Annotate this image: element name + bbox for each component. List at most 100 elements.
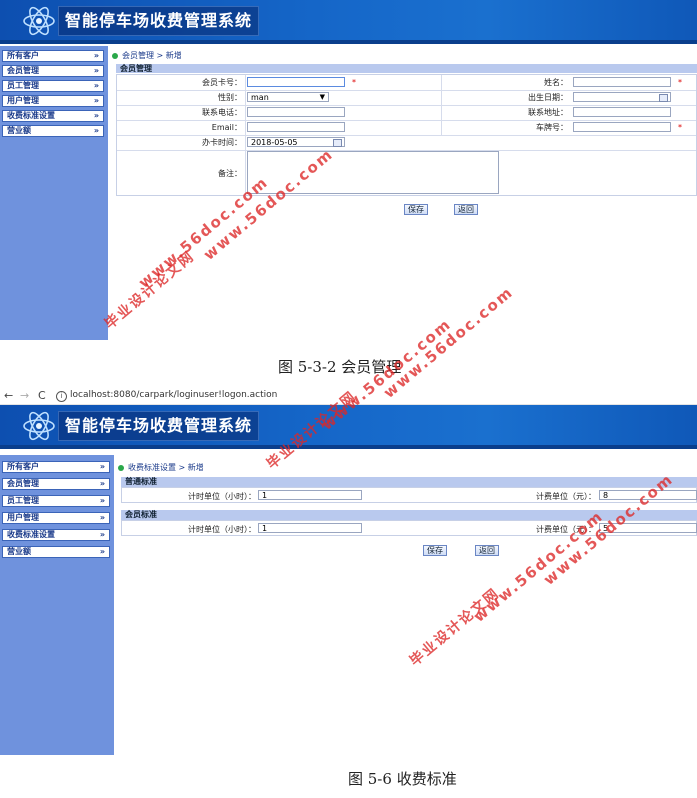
- sidebar-item-staff[interactable]: 员工管理 »: [2, 495, 110, 507]
- section-title-member: 会员管理: [116, 64, 697, 73]
- atom-logo-icon: [23, 411, 55, 441]
- card-no-input[interactable]: [247, 77, 345, 87]
- chevron-right-icon: »: [99, 462, 105, 471]
- sidebar-item-fee-standard[interactable]: 收费标准设置 »: [2, 529, 110, 541]
- email-label: Email：: [211, 123, 242, 132]
- chevron-right-icon: »: [99, 496, 105, 505]
- card-date-label: 办卡时间：: [202, 138, 242, 147]
- app-header: 智能停车场收费管理系统: [0, 0, 697, 44]
- member-time-input[interactable]: 1: [258, 523, 362, 533]
- breadcrumb-section[interactable]: 会员管理: [122, 51, 154, 60]
- breadcrumb: 会员管理 > 新增: [112, 50, 182, 61]
- sidebar-item-users[interactable]: 用户管理 »: [2, 95, 104, 107]
- chevron-right-icon: »: [93, 81, 99, 90]
- remark-label: 备注：: [218, 169, 242, 178]
- screenshot-member-management: 智能停车场收费管理系统 所有客户 » 会员管理 » 员工管理 » 用户管理 » 收费标准…: [0, 0, 697, 342]
- sidebar-item-revenue[interactable]: 营业额 »: [2, 125, 104, 137]
- sidebar-item-members[interactable]: 会员管理 »: [2, 65, 104, 77]
- sidebar-item-label: 所有客户: [7, 462, 39, 471]
- address-input[interactable]: [573, 107, 671, 117]
- url-text[interactable]: localhost:8080/carpark/loginuser!logon.a…: [70, 390, 277, 400]
- sidebar-item-label: 收费标准设置: [7, 111, 55, 120]
- breadcrumb-section[interactable]: 收费标准设置: [128, 463, 176, 472]
- sidebar-item-label: 收费标准设置: [7, 530, 55, 539]
- atom-logo-icon: [23, 6, 55, 36]
- breadcrumb-page: 新增: [187, 463, 204, 472]
- sidebar-item-label: 员工管理: [7, 81, 39, 90]
- gender-select[interactable]: man ▼: [247, 92, 329, 102]
- header-band: [0, 40, 697, 44]
- sidebar-item-label: 员工管理: [7, 496, 39, 505]
- normal-time-input[interactable]: 1: [258, 490, 362, 500]
- plate-input[interactable]: [573, 122, 671, 132]
- back-button[interactable]: 返回: [454, 204, 478, 215]
- card-date-input[interactable]: 2018-05-05: [247, 137, 345, 147]
- screenshot-fee-standard: 智能停车场收费管理系统 所有客户 » 会员管理 » 员工管理 » 用户管理 » 收费标准…: [0, 405, 697, 756]
- chevron-right-icon: »: [93, 96, 99, 105]
- required-mark: *: [678, 123, 682, 132]
- sidebar-item-label: 营业额: [7, 547, 31, 556]
- breadcrumb-sep: >: [156, 51, 164, 60]
- sidebar-item-customers[interactable]: 所有客户 »: [2, 50, 104, 62]
- sidebar-item-label: 会员管理: [7, 479, 39, 488]
- calendar-icon[interactable]: [659, 94, 668, 102]
- gender-label: 性别：: [218, 93, 242, 102]
- chevron-right-icon: »: [99, 479, 105, 488]
- info-icon[interactable]: i: [56, 391, 67, 402]
- card-date-value: 2018-05-05: [251, 138, 298, 147]
- sidebar-item-revenue[interactable]: 营业额 »: [2, 546, 110, 558]
- phone-label: 联系电话：: [202, 108, 242, 117]
- chevron-right-icon: »: [99, 513, 105, 522]
- required-mark: *: [678, 78, 682, 87]
- sidebar: 所有客户 » 会员管理 » 员工管理 » 用户管理 » 收费标准设置 » 营业额 »: [0, 455, 114, 755]
- address-label: 联系地址：: [528, 108, 568, 117]
- sidebar-item-label: 会员管理: [7, 66, 39, 75]
- gender-select-value: man: [251, 93, 269, 102]
- chevron-right-icon: »: [99, 547, 105, 556]
- sidebar-item-label: 用户管理: [7, 96, 39, 105]
- normal-time-label: 计时单位（小时）：: [188, 492, 256, 501]
- app-title: 智能停车场收费管理系统: [58, 411, 260, 441]
- sidebar-item-customers[interactable]: 所有客户 »: [2, 461, 110, 473]
- normal-fee-label: 计费单位（元）：: [536, 492, 596, 501]
- sidebar-item-staff[interactable]: 员工管理 »: [2, 80, 104, 92]
- plate-label: 车牌号：: [536, 123, 568, 132]
- required-mark: *: [352, 78, 356, 87]
- name-label: 姓名：: [544, 78, 568, 87]
- chevron-right-icon: »: [93, 51, 99, 60]
- chevron-down-icon: ▼: [319, 93, 325, 101]
- sidebar: 所有客户 » 会员管理 » 员工管理 » 用户管理 » 收费标准设置 » 营业额 »: [0, 46, 108, 340]
- reload-icon[interactable]: C: [38, 389, 46, 402]
- app-title: 智能停车场收费管理系统: [58, 6, 260, 36]
- back-button[interactable]: 返回: [475, 545, 499, 556]
- breadcrumb-dot-icon: [112, 53, 118, 59]
- chevron-right-icon: »: [93, 111, 99, 120]
- breadcrumb-page: 新增: [165, 51, 182, 60]
- chevron-right-icon: »: [99, 530, 105, 539]
- card-no-label: 会员卡号：: [202, 78, 242, 87]
- breadcrumb: 收费标准设置 > 新增: [118, 462, 204, 473]
- sidebar-item-users[interactable]: 用户管理 »: [2, 512, 110, 524]
- sidebar-item-fee-standard[interactable]: 收费标准设置 »: [2, 110, 104, 122]
- sidebar-item-label: 营业额: [7, 126, 31, 135]
- sidebar-item-members[interactable]: 会员管理 »: [2, 478, 110, 490]
- birthday-input[interactable]: [573, 92, 671, 102]
- calendar-icon[interactable]: [333, 139, 342, 147]
- birthday-label: 出生日期：: [528, 93, 568, 102]
- breadcrumb-dot-icon: [118, 465, 124, 471]
- forward-arrow-icon[interactable]: →: [20, 389, 29, 402]
- member-time-label: 计时单位（小时）：: [188, 525, 256, 534]
- sidebar-item-label: 所有客户: [7, 51, 39, 60]
- back-arrow-icon[interactable]: ←: [4, 389, 13, 402]
- email-input[interactable]: [247, 122, 345, 132]
- save-button[interactable]: 保存: [423, 545, 447, 556]
- column-divider: [245, 75, 246, 197]
- save-button[interactable]: 保存: [404, 204, 428, 215]
- name-input[interactable]: [573, 77, 671, 87]
- column-divider: [441, 75, 442, 135]
- figure-caption-2: 图 5-6 收费标准: [348, 770, 457, 788]
- phone-input[interactable]: [247, 107, 345, 117]
- chevron-right-icon: »: [93, 126, 99, 135]
- header-band: [0, 445, 697, 449]
- section-title-normal: 普通标准: [121, 477, 697, 487]
